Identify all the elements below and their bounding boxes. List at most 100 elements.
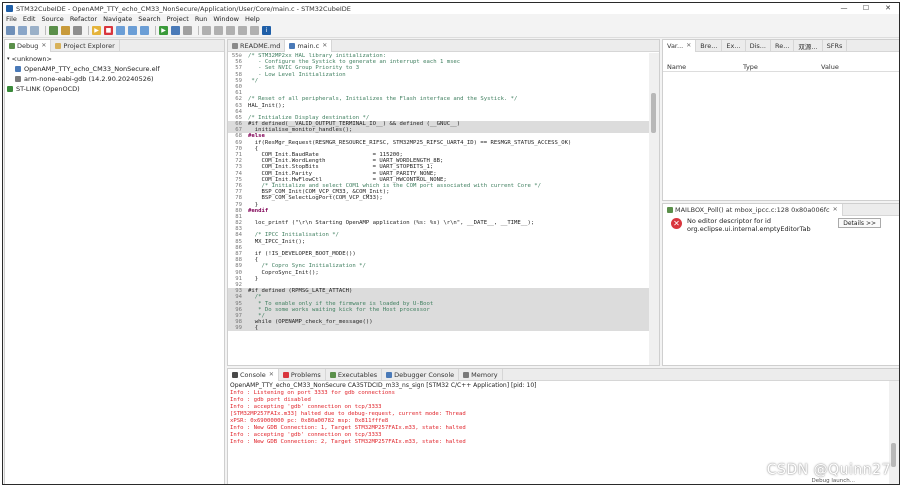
problems-icon bbox=[282, 371, 289, 378]
close-icon[interactable]: ✕ bbox=[686, 42, 691, 49]
close-icon[interactable]: ✕ bbox=[833, 206, 838, 213]
column-value[interactable]: Value bbox=[817, 63, 839, 71]
column-name[interactable]: Name bbox=[663, 63, 739, 71]
console-output[interactable]: Info : Listening on port 3333 for gdb co… bbox=[228, 390, 899, 446]
tab-sfrs[interactable]: SFRs bbox=[823, 40, 848, 52]
console-header: OpenAMP_TTY_echo_CM33_NonSecure CA35TDCI… bbox=[230, 382, 537, 389]
tab-debugger-console[interactable]: Debugger Console bbox=[382, 369, 460, 381]
ide-window: STM32CubeIDE - OpenAMP_TTY_echo_CM33_Non… bbox=[2, 2, 900, 485]
variables-header: Name Type Value bbox=[663, 62, 899, 72]
tree-item[interactable]: OpenAMP_TTY_echo_CM33_NonSecure.elf bbox=[7, 64, 222, 74]
external-tools-icon[interactable] bbox=[183, 26, 192, 35]
menu-window[interactable]: Window bbox=[213, 15, 239, 23]
menu-search[interactable]: Search bbox=[138, 15, 160, 23]
close-icon[interactable]: ✕ bbox=[322, 42, 327, 49]
minimize-icon[interactable]: — bbox=[833, 3, 855, 14]
line-text: { bbox=[248, 325, 259, 332]
build-icon[interactable] bbox=[49, 26, 58, 35]
search-icon[interactable] bbox=[202, 26, 211, 35]
console-tab-row: Console ✕ Problems Executables Debugger C… bbox=[228, 369, 899, 381]
new-icon[interactable] bbox=[6, 26, 15, 35]
tree-item[interactable]: arm-none-eabi-gdb (14.2.90.20240526) bbox=[7, 74, 222, 84]
column-type[interactable]: Type bbox=[739, 63, 817, 71]
tab-console[interactable]: Console ✕ bbox=[228, 369, 279, 381]
tab-expressions[interactable]: Ex... bbox=[722, 40, 746, 52]
close-icon[interactable]: ✕ bbox=[41, 42, 46, 49]
next-annotation-icon[interactable] bbox=[226, 26, 235, 35]
tab-readme[interactable]: README.md bbox=[228, 40, 286, 52]
editor-panel: README.md main.c ✕ 55⊖/* STM32MP2xx HAL … bbox=[227, 39, 660, 366]
menu-file[interactable]: File bbox=[6, 15, 17, 23]
editor-scrollbar[interactable] bbox=[649, 53, 659, 365]
tab-live[interactable]: 双源... bbox=[794, 40, 823, 52]
info-icon[interactable]: i bbox=[262, 26, 271, 35]
tab-executables[interactable]: Executables bbox=[326, 369, 383, 381]
console-line: xPSR: 0x69000000 pc: 0x80a00782 msp: 0x8… bbox=[230, 418, 389, 424]
close-icon[interactable]: ✕ bbox=[269, 371, 274, 378]
tree-item-label: ST-LINK (OpenOCD) bbox=[16, 85, 80, 93]
menu-edit[interactable]: Edit bbox=[23, 15, 36, 23]
scroll-thumb[interactable] bbox=[891, 443, 896, 467]
skip-breakpoints-icon[interactable] bbox=[73, 26, 82, 35]
resume-icon[interactable]: ▶ bbox=[92, 26, 101, 35]
step-return-icon[interactable] bbox=[140, 26, 149, 35]
code-area[interactable]: 55⊖/* STM32MP2xx HAL library initializat… bbox=[228, 53, 649, 365]
folder-icon bbox=[55, 42, 62, 49]
menu-run[interactable]: Run bbox=[195, 15, 207, 23]
debug-config-icon[interactable] bbox=[61, 26, 70, 35]
menu-bar: File Edit Source Refactor Navigate Searc… bbox=[3, 14, 899, 24]
line-number[interactable]: 99 bbox=[228, 325, 248, 331]
tab-main-c[interactable]: main.c ✕ bbox=[285, 40, 333, 52]
editor-tab-row: README.md main.c ✕ bbox=[228, 40, 659, 52]
tab-problems[interactable]: Problems bbox=[279, 369, 326, 381]
save-all-icon[interactable] bbox=[30, 26, 39, 35]
forward-icon[interactable] bbox=[250, 26, 259, 35]
code-line[interactable]: 99 { bbox=[228, 325, 649, 332]
tree-item[interactable]: ST-LINK (OpenOCD) bbox=[7, 84, 222, 94]
prev-annotation-icon[interactable] bbox=[214, 26, 223, 35]
tab-label: Dis... bbox=[749, 41, 766, 50]
window-controls: — ☐ ✕ bbox=[833, 3, 899, 14]
tree-item[interactable]: ▾ <unknown> bbox=[7, 54, 222, 64]
window-title: STM32CubeIDE - OpenAMP_TTY_echo_CM33_Non… bbox=[16, 4, 351, 13]
tab-registers[interactable]: Re... bbox=[771, 40, 795, 52]
stm32cubeide-icon bbox=[6, 5, 13, 12]
tab-breakpoints[interactable]: Bre... bbox=[696, 40, 723, 52]
tab-debug[interactable]: Debug ✕ bbox=[5, 40, 52, 52]
save-icon[interactable] bbox=[18, 26, 27, 35]
menu-navigate[interactable]: Navigate bbox=[103, 15, 132, 23]
editor-error-panel: MAILBOX_Poll() at mbox_ipcc.c:128 0x80a0… bbox=[662, 203, 899, 366]
tab-disassembly[interactable]: Dis... bbox=[746, 40, 771, 52]
watermark: CSDN @Quinn27 bbox=[766, 462, 891, 478]
tab-label: Console bbox=[240, 370, 266, 379]
tab-project-explorer[interactable]: Project Explorer bbox=[51, 40, 120, 52]
tab-variables[interactable]: Var... ✕ bbox=[663, 40, 697, 52]
run-icon[interactable]: ▶ bbox=[159, 26, 168, 35]
console-icon bbox=[232, 371, 238, 378]
debug-icon[interactable] bbox=[171, 26, 180, 35]
step-over-icon[interactable] bbox=[128, 26, 137, 35]
menu-source[interactable]: Source bbox=[41, 15, 63, 23]
tab-mailbox-poll[interactable]: MAILBOX_Poll() at mbox_ipcc.c:128 0x80a0… bbox=[663, 204, 843, 216]
stack-frame-icon bbox=[667, 206, 673, 213]
scroll-thumb[interactable] bbox=[651, 93, 656, 133]
terminate-icon[interactable]: ■ bbox=[104, 26, 113, 35]
c-file-icon bbox=[289, 42, 296, 49]
bug-icon bbox=[9, 42, 15, 49]
menu-refactor[interactable]: Refactor bbox=[70, 15, 97, 23]
tab-memory[interactable]: Memory bbox=[459, 369, 503, 381]
tab-label: Executables bbox=[337, 370, 378, 379]
menu-help[interactable]: Help bbox=[245, 15, 260, 23]
close-icon[interactable]: ✕ bbox=[877, 3, 899, 14]
tree-item-label: OpenAMP_TTY_echo_CM33_NonSecure.elf bbox=[24, 65, 160, 73]
tab-label: Var... bbox=[667, 41, 684, 50]
back-icon[interactable] bbox=[238, 26, 247, 35]
tree-item-label: <unknown> bbox=[11, 55, 52, 63]
step-into-icon[interactable] bbox=[116, 26, 125, 35]
details-button[interactable]: Details >> bbox=[838, 218, 881, 228]
toolbar-separator bbox=[198, 26, 199, 35]
debug-tree: ▾ <unknown> OpenAMP_TTY_echo_CM33_NonSecu… bbox=[5, 52, 224, 96]
maximize-icon[interactable]: ☐ bbox=[855, 3, 877, 14]
file-icon bbox=[232, 42, 238, 49]
menu-project[interactable]: Project bbox=[167, 15, 189, 23]
